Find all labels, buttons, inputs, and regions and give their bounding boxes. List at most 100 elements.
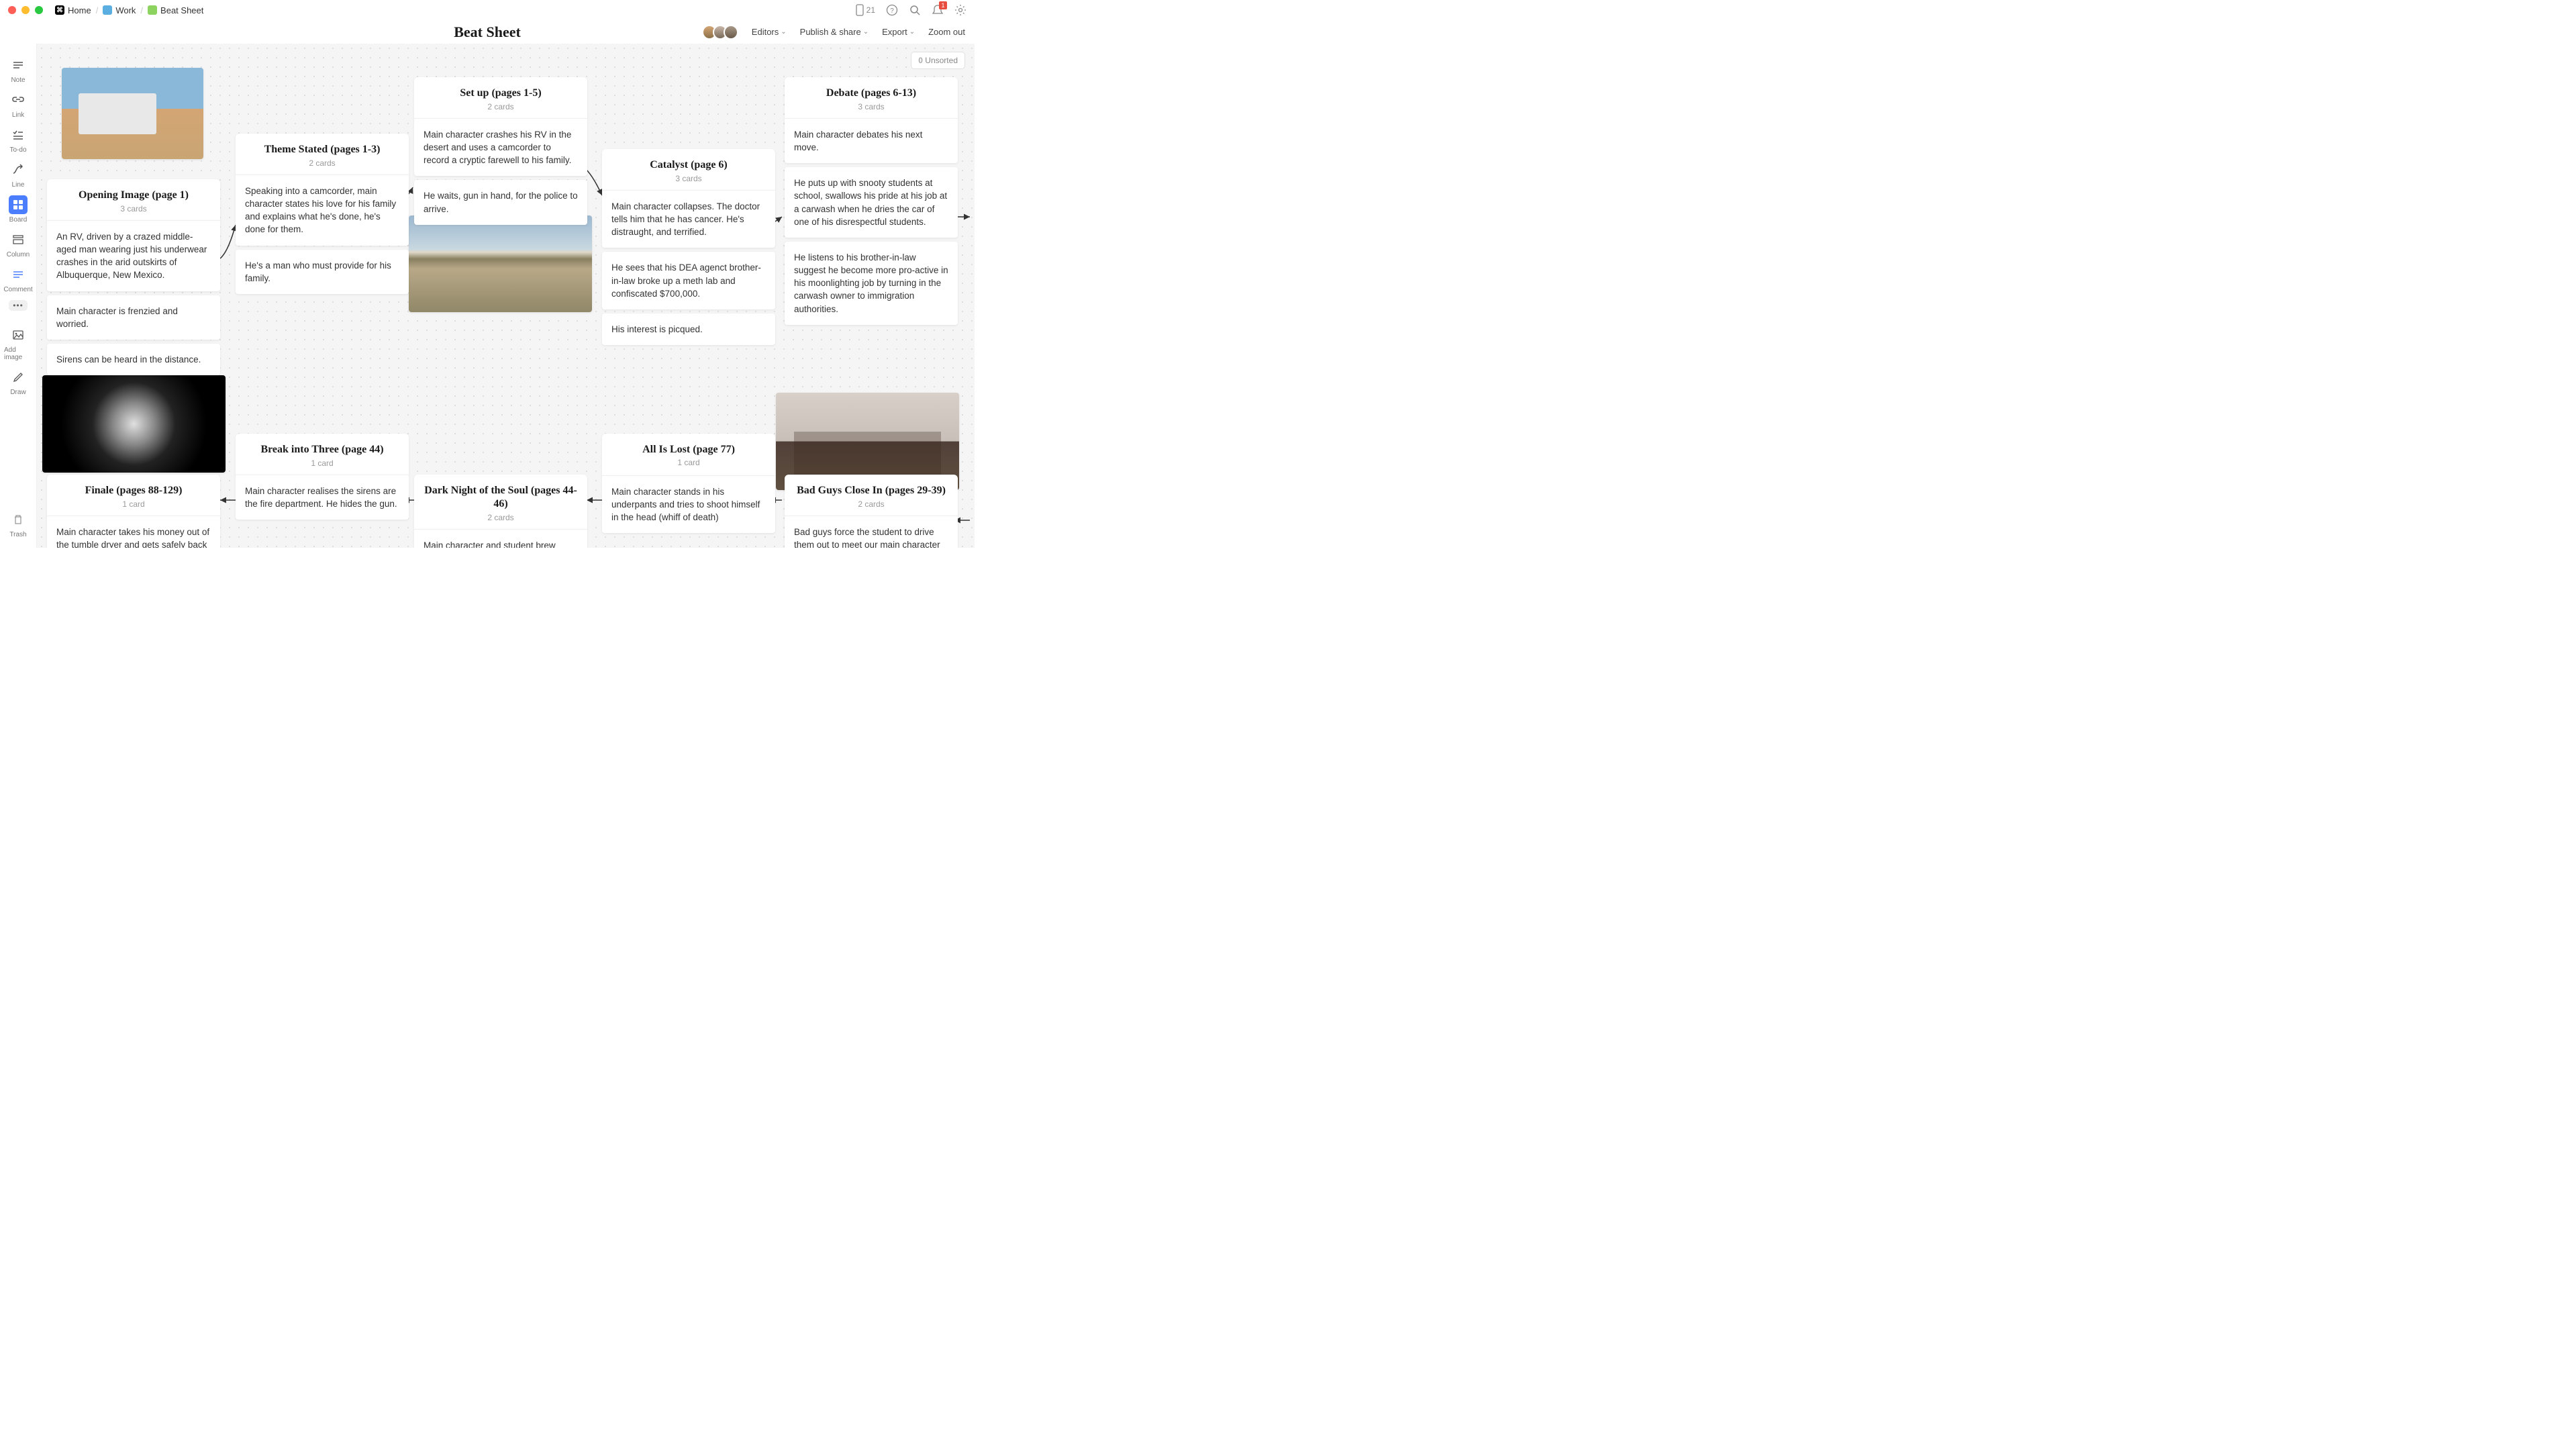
canvas[interactable]: 0 Unsorted Opening Image (page 1) 3 xyxy=(37,44,975,548)
card[interactable]: He waits, gun in hand, for the police to… xyxy=(414,180,587,224)
zoom-out-button[interactable]: Zoom out xyxy=(928,27,965,37)
more-icon: ••• xyxy=(9,300,28,311)
stack-opening-image[interactable]: Opening Image (page 1) 3 cards An RV, dr… xyxy=(47,179,220,375)
card[interactable]: Main character stands in his underpants … xyxy=(602,475,775,533)
link-icon xyxy=(9,91,28,109)
breadcrumb-home[interactable]: ⌘ Home xyxy=(55,5,91,15)
stack-header[interactable]: All Is Lost (page 77) 1 card xyxy=(602,434,775,475)
tool-line[interactable]: Line xyxy=(4,158,32,191)
tool-more[interactable]: ••• xyxy=(4,297,32,313)
settings-button[interactable] xyxy=(954,4,967,16)
chevron-down-icon: ⌄ xyxy=(909,28,915,36)
tool-board[interactable]: Board xyxy=(4,193,32,226)
stack-title: Set up (pages 1-5) xyxy=(424,87,578,100)
stack-title: Debate (pages 6-13) xyxy=(794,87,948,100)
export-menu[interactable]: Export ⌄ xyxy=(882,27,915,37)
tool-sidebar: Note Link To-do Line Board Column Commen… xyxy=(0,44,37,548)
tool-trash[interactable]: Trash xyxy=(4,508,32,541)
stack-header[interactable]: Break into Three (page 44) 1 card xyxy=(236,434,409,475)
tool-comment[interactable]: Comment xyxy=(4,262,32,296)
board-icon xyxy=(148,5,157,15)
stack-header[interactable]: Finale (pages 88-129) 1 card xyxy=(47,475,220,516)
stack-theme-stated[interactable]: Theme Stated (pages 1-3) 2 cards Speakin… xyxy=(236,134,409,294)
tool-draw[interactable]: Draw xyxy=(4,365,32,399)
device-count[interactable]: 21 xyxy=(855,4,875,16)
image-desert[interactable] xyxy=(409,215,592,312)
chevron-down-icon: ⌄ xyxy=(863,28,869,36)
tool-note[interactable]: Note xyxy=(4,53,32,87)
tool-board-label: Board xyxy=(9,216,28,224)
breadcrumb-work-label: Work xyxy=(115,5,136,15)
help-icon: ? xyxy=(886,4,898,16)
card[interactable]: He sees that his DEA agenct brother-in-l… xyxy=(602,252,775,309)
page-title: Beat Sheet xyxy=(454,23,521,41)
image-dryer[interactable] xyxy=(42,375,226,473)
stack-count: 2 cards xyxy=(424,513,578,522)
stack-header[interactable]: Theme Stated (pages 1-3) 2 cards xyxy=(236,134,409,175)
image-rv-beach[interactable] xyxy=(62,68,203,159)
tool-column[interactable]: Column xyxy=(4,228,32,261)
breadcrumb-current-label: Beat Sheet xyxy=(160,5,203,15)
breadcrumb-separator: / xyxy=(140,5,143,15)
search-button[interactable] xyxy=(909,4,921,16)
card[interactable]: He puts up with snooty students at schoo… xyxy=(785,167,958,238)
tool-add-image[interactable]: Add image xyxy=(4,323,32,364)
breadcrumb-current[interactable]: Beat Sheet xyxy=(148,5,203,15)
publish-menu[interactable]: Publish & share ⌄ xyxy=(800,27,869,37)
window-titlebar: ⌘ Home / Work / Beat Sheet 21 ? xyxy=(0,0,975,20)
stack-title: Bad Guys Close In (pages 29-39) xyxy=(794,484,948,497)
breadcrumb-work[interactable]: Work xyxy=(103,5,136,15)
stack-finale[interactable]: Finale (pages 88-129) 1 card Main charac… xyxy=(47,475,220,548)
stack-debate[interactable]: Debate (pages 6-13) 3 cards Main charact… xyxy=(785,77,958,325)
tool-todo[interactable]: To-do xyxy=(4,123,32,156)
stack-bad-guys[interactable]: Bad Guys Close In (pages 29-39) 2 cards … xyxy=(785,475,958,548)
card[interactable]: Main character is frenzied and worried. xyxy=(47,295,220,340)
search-icon xyxy=(909,4,921,16)
stack-header[interactable]: Opening Image (page 1) 3 cards xyxy=(47,179,220,220)
editors-menu[interactable]: Editors ⌄ xyxy=(752,27,787,37)
gear-icon xyxy=(954,4,967,16)
folder-icon xyxy=(103,5,112,15)
card[interactable]: He's a man who must provide for his fami… xyxy=(236,250,409,294)
card[interactable]: Main character crashes his RV in the des… xyxy=(414,118,587,176)
stack-header[interactable]: Dark Night of the Soul (pages 44-46) 2 c… xyxy=(414,475,587,529)
stack-dark-night[interactable]: Dark Night of the Soul (pages 44-46) 2 c… xyxy=(414,475,587,548)
notifications-button[interactable]: 1 xyxy=(932,4,944,16)
stack-title: Opening Image (page 1) xyxy=(56,189,211,202)
image-icon xyxy=(9,326,28,344)
stack-header[interactable]: Debate (pages 6-13) 3 cards xyxy=(785,77,958,118)
stack-catalyst[interactable]: Catalyst (page 6) 3 cards Main character… xyxy=(602,149,775,345)
card[interactable]: Main character collapses. The doctor tel… xyxy=(602,190,775,248)
card[interactable]: Speaking into a camcorder, main characte… xyxy=(236,175,409,246)
close-window-button[interactable] xyxy=(8,6,16,14)
stack-count: 2 cards xyxy=(794,499,948,509)
collaborator-avatars[interactable] xyxy=(702,25,738,40)
page-header: Beat Sheet Editors ⌄ Publish & share ⌄ E… xyxy=(0,20,975,44)
stack-header[interactable]: Bad Guys Close In (pages 29-39) 2 cards xyxy=(785,475,958,516)
svg-text:?: ? xyxy=(890,7,894,15)
breadcrumb-separator: / xyxy=(96,5,99,15)
todo-icon xyxy=(9,126,28,144)
help-button[interactable]: ? xyxy=(886,4,898,16)
minimize-window-button[interactable] xyxy=(21,6,30,14)
tool-link[interactable]: Link xyxy=(4,88,32,122)
stack-set-up[interactable]: Set up (pages 1-5) 2 cards Main characte… xyxy=(414,77,587,225)
stack-header[interactable]: Set up (pages 1-5) 2 cards xyxy=(414,77,587,118)
card[interactable]: He listens to his brother-in-law suggest… xyxy=(785,242,958,325)
stack-all-is-lost[interactable]: All Is Lost (page 77) 1 card Main charac… xyxy=(602,434,775,533)
card[interactable]: An RV, driven by a crazed middle-aged ma… xyxy=(47,220,220,291)
maximize-window-button[interactable] xyxy=(35,6,43,14)
card[interactable]: Bad guys force the student to drive them… xyxy=(785,516,958,548)
line-icon xyxy=(9,160,28,179)
stack-break-into-three[interactable]: Break into Three (page 44) 1 card Main c… xyxy=(236,434,409,520)
traffic-lights xyxy=(8,6,43,14)
card[interactable]: Main character and student brew meth in … xyxy=(414,529,587,548)
stack-header[interactable]: Catalyst (page 6) 3 cards xyxy=(602,149,775,190)
card[interactable]: Main character takes his money out of th… xyxy=(47,516,220,548)
unsorted-pill[interactable]: 0 Unsorted xyxy=(911,52,965,69)
card[interactable]: Sirens can be heard in the distance. xyxy=(47,344,220,375)
card[interactable]: His interest is picqued. xyxy=(602,313,775,345)
card[interactable]: Main character realises the sirens are t… xyxy=(236,475,409,520)
card[interactable]: Main character debates his next move. xyxy=(785,118,958,163)
tool-trash-label: Trash xyxy=(9,531,26,538)
